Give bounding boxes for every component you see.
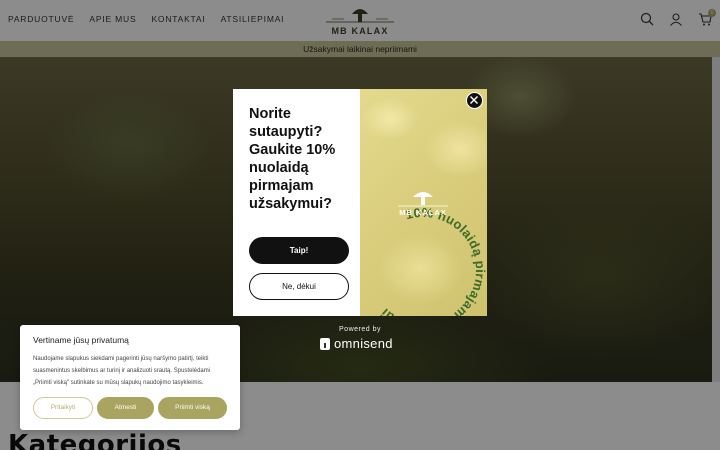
cookie-reject-button[interactable]: Atmesti: [97, 397, 154, 419]
cookie-buttons: Pritaikyti Atmesti Priimti viską: [33, 397, 227, 419]
decline-discount-button[interactable]: Ne, dėkui: [249, 273, 349, 300]
popup-content: Norite sutaupyti? Gaukite 10% nuolaidą p…: [233, 89, 360, 316]
powered-by-label: Powered by: [339, 326, 381, 333]
cookie-title: Vertiname jūsų privatumą: [33, 335, 129, 345]
promo-ring-graphic: 10% nuolaidą pirmajam užsakymui MB KALAX: [378, 192, 487, 316]
cookie-text: Naudojame slapukus siekdami pagerinti jū…: [33, 356, 211, 386]
omnisend-logo-icon: [320, 337, 330, 350]
omnisend-name: omnisend: [334, 336, 393, 351]
accept-discount-button[interactable]: Taip!: [249, 237, 349, 264]
cookie-accept-button[interactable]: Priimti viską: [158, 397, 227, 419]
close-popup-button[interactable]: [466, 92, 483, 109]
promo-logo-mushroom-icon: [413, 192, 433, 197]
discount-popup: Norite sutaupyti? Gaukite 10% nuolaidą p…: [233, 89, 487, 316]
cookie-banner: Vertiname jūsų privatumą Naudojame slapu…: [20, 325, 240, 430]
promo-image: 10% nuolaidą pirmajam užsakymui MB KALAX: [360, 89, 487, 316]
cookie-customize-button[interactable]: Pritaikyti: [33, 397, 93, 419]
promo-logo-text: MB KALAX: [399, 208, 447, 217]
omnisend-brand[interactable]: omnisend: [320, 336, 402, 351]
popup-heading: Norite sutaupyti? Gaukite 10% nuolaidą p…: [249, 106, 336, 212]
promo-ring-text: 10% nuolaidą pirmajam užsakymui: [378, 205, 487, 316]
close-icon: [470, 96, 478, 104]
